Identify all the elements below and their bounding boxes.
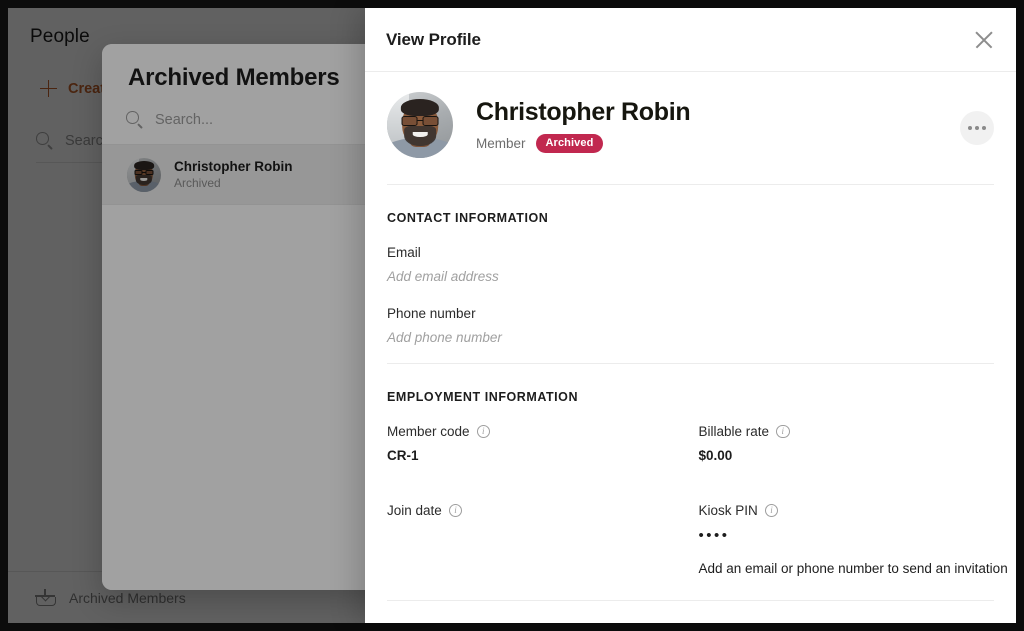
member-code-field[interactable]: Member code i CR-1	[387, 424, 691, 463]
billable-rate-field[interactable]: Billable rate i $0.00	[691, 424, 995, 463]
archived-search-input[interactable]: Search...	[126, 111, 214, 129]
row-spacer	[387, 463, 994, 503]
email-field-label: Email	[387, 245, 421, 260]
screen: People Create Search g Archived Members	[0, 0, 1024, 631]
email-field-placeholder: Add email address	[387, 269, 499, 284]
info-icon[interactable]: i	[764, 503, 779, 518]
contact-section-heading: CONTACT INFORMATION	[387, 211, 549, 225]
modal-bottom-divider	[387, 600, 994, 601]
close-icon[interactable]	[970, 26, 998, 54]
billable-rate-label: Billable rate	[698, 424, 770, 439]
member-code-label: Member code	[387, 424, 470, 439]
employment-section-heading: EMPLOYMENT INFORMATION	[387, 390, 579, 404]
page-title: People	[30, 26, 90, 47]
avatar	[127, 157, 161, 192]
list-item-status: Archived	[174, 176, 221, 190]
employment-row-1: Member code i CR-1 Billable rate i $0.00	[387, 424, 994, 463]
employment-row-2: Join date i Kiosk PIN i •••• Add an emai…	[387, 503, 1008, 576]
search-icon	[126, 111, 143, 129]
modal-body: Christopher Robin Member Archived CONTAC…	[365, 72, 1016, 623]
archived-members-title: Archived Members	[128, 64, 340, 91]
kiosk-pin-field[interactable]: Kiosk PIN i •••• Add an email or phone n…	[691, 503, 1008, 576]
archived-search-placeholder: Search...	[155, 111, 214, 128]
employment-information-section: EMPLOYMENT INFORMATION Member code i CR-…	[387, 364, 1008, 576]
list-item-name: Christopher Robin	[174, 159, 293, 174]
email-field[interactable]: Email Add email address	[387, 245, 994, 284]
modal-header: View Profile	[365, 8, 1016, 72]
more-options-icon[interactable]	[960, 111, 994, 145]
archive-inbox-icon	[35, 589, 56, 606]
sidebar-item-label: Archived Members	[69, 589, 186, 606]
view-profile-modal: View Profile Christopher Robin Member Ar…	[365, 8, 1016, 623]
status-badge: Archived	[535, 133, 604, 154]
kiosk-pin-value: ••••	[698, 527, 730, 544]
member-code-value: CR-1	[387, 448, 419, 463]
phone-field[interactable]: Phone number Add phone number	[387, 306, 994, 345]
kiosk-pin-note: Add an email or phone number to send an …	[698, 561, 1008, 576]
plus-icon	[40, 80, 57, 97]
join-date-label: Join date	[387, 503, 442, 518]
join-date-field[interactable]: Join date i	[387, 503, 691, 576]
profile-role: Member	[476, 136, 526, 151]
kiosk-pin-label: Kiosk PIN	[698, 503, 758, 518]
modal-title: View Profile	[386, 29, 481, 49]
profile-name: Christopher Robin	[476, 97, 691, 126]
search-icon	[36, 132, 53, 150]
info-icon[interactable]: i	[776, 424, 790, 439]
avatar	[387, 92, 453, 158]
contact-information-section: CONTACT INFORMATION Email Add email addr…	[387, 185, 994, 364]
phone-field-label: Phone number	[387, 306, 476, 321]
info-icon[interactable]: i	[448, 503, 463, 518]
billable-rate-value: $0.00	[698, 448, 733, 463]
profile-header: Christopher Robin Member Archived	[387, 72, 994, 185]
phone-field-placeholder: Add phone number	[387, 330, 502, 345]
info-icon[interactable]: i	[476, 424, 491, 439]
